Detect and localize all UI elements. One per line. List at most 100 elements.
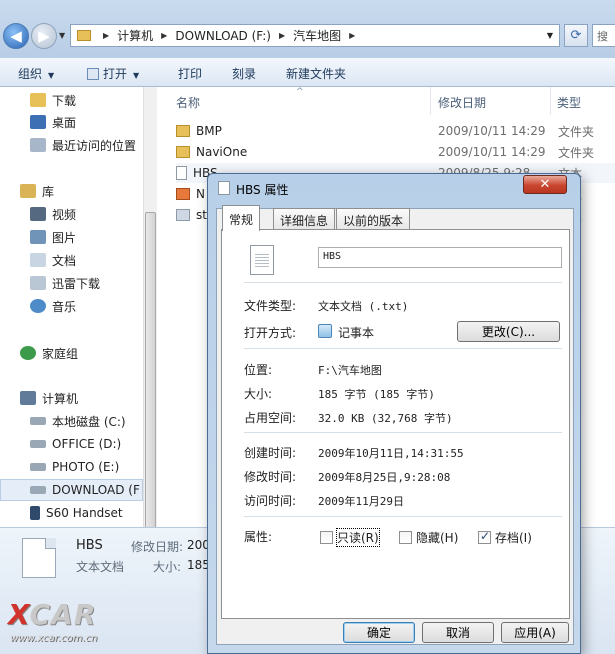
- open-button[interactable]: 打开 ▼: [87, 65, 139, 82]
- nav-item-label: 图片: [52, 230, 77, 245]
- nav-item-drive-d[interactable]: OFFICE (D:): [30, 433, 121, 455]
- archive-checkbox-label[interactable]: 存档(I): [495, 529, 532, 546]
- close-button[interactable]: ✕: [523, 175, 567, 194]
- chevron-right-icon[interactable]: ▶: [161, 31, 167, 40]
- open-label: 打开: [103, 67, 128, 81]
- tab-general[interactable]: 常规: [222, 205, 261, 231]
- breadcrumb-item-folder[interactable]: 汽车地图: [293, 27, 341, 44]
- cancel-button[interactable]: 取消: [422, 622, 494, 643]
- tab-details[interactable]: 详细信息: [273, 208, 336, 230]
- hidden-checkbox[interactable]: [399, 531, 412, 544]
- nav-item-label: 迅雷下载: [52, 276, 101, 291]
- organize-button[interactable]: 组织 ▼: [18, 65, 54, 82]
- phone-icon: [30, 506, 40, 520]
- dialog-title: HBS 属性: [236, 183, 289, 197]
- file-type-label: 文件类型:: [244, 299, 297, 313]
- nav-item-label: OFFICE (D:): [52, 437, 122, 451]
- download-library-icon: [30, 276, 46, 290]
- nav-item-label: DOWNLOAD (F: [52, 483, 140, 497]
- created-label: 创建时间:: [244, 446, 297, 460]
- location-label: 位置:: [244, 363, 273, 377]
- burn-button[interactable]: 刻录: [232, 65, 256, 82]
- details-file-type: 文本文档: [76, 560, 125, 574]
- text-file-icon: [176, 166, 187, 180]
- location-value: F:\汽车地图: [318, 364, 382, 377]
- nav-item-drive-e[interactable]: PHOTO (E:): [30, 456, 119, 478]
- divider: [244, 348, 562, 349]
- nav-item-music[interactable]: 音乐: [30, 295, 76, 317]
- accessed-value: 2009年11月29日: [318, 495, 404, 508]
- breadcrumb[interactable]: ▶ 计算机 ▶ DOWNLOAD (F:) ▶ 汽车地图 ▶ ▼: [70, 24, 560, 47]
- nav-item-label: 计算机: [42, 391, 79, 406]
- size-value: 185 字节 (185 字节): [318, 388, 435, 401]
- nav-item-pictures[interactable]: 图片: [30, 226, 76, 248]
- column-header-type[interactable]: 类型: [557, 94, 581, 111]
- file-date: 2009/10/11 14:29: [438, 124, 546, 138]
- nav-item-downloads[interactable]: 下载: [30, 89, 76, 111]
- chevron-right-icon[interactable]: ▶: [103, 31, 109, 40]
- forward-button[interactable]: ▶: [31, 23, 57, 49]
- chevron-down-icon: ▼: [48, 71, 55, 80]
- readonly-checkbox-label[interactable]: 只读(R): [336, 528, 380, 547]
- nav-item-desktop[interactable]: 桌面: [30, 111, 76, 133]
- modified-label: 修改时间:: [244, 470, 297, 484]
- apply-button[interactable]: 应用(A): [501, 622, 569, 643]
- print-button[interactable]: 打印: [178, 65, 202, 82]
- ok-button[interactable]: 确定: [343, 622, 415, 643]
- column-divider[interactable]: [430, 87, 431, 115]
- file-name: st: [196, 208, 207, 222]
- file-name-field[interactable]: HBS: [318, 247, 562, 268]
- nav-item-recent-places[interactable]: 最近访问的位置: [30, 134, 136, 156]
- scrollbar-thumb[interactable]: [145, 212, 156, 542]
- nav-scrollbar[interactable]: [143, 87, 157, 542]
- organize-label: 组织: [18, 67, 43, 81]
- back-button[interactable]: ◀: [3, 23, 29, 49]
- nav-item-drive-f[interactable]: DOWNLOAD (F: [0, 479, 143, 501]
- readonly-checkbox[interactable]: [320, 531, 333, 544]
- file-row[interactable]: NaviOne 2009/10/11 14:29 文件夹: [176, 142, 615, 162]
- breadcrumb-item-drive[interactable]: DOWNLOAD (F:): [175, 29, 271, 43]
- nav-item-thunder-downloads[interactable]: 迅雷下载: [30, 272, 100, 294]
- image-file-icon: [176, 188, 190, 200]
- file-date: 2009/10/11 14:29: [438, 145, 546, 159]
- change-button[interactable]: 更改(C)...: [457, 321, 560, 342]
- size-label: 大小:: [244, 387, 273, 401]
- size-on-disk-label: 占用空间:: [244, 411, 297, 425]
- tab-label: 详细信息: [280, 214, 329, 228]
- text-file-icon: [218, 181, 230, 195]
- nav-item-computer[interactable]: 计算机: [20, 387, 78, 409]
- column-header-date[interactable]: 修改日期: [438, 94, 486, 111]
- settings-file-icon: [176, 209, 190, 221]
- file-row[interactable]: BMP 2009/10/11 14:29 文件夹: [176, 121, 615, 141]
- search-input[interactable]: 搜: [592, 24, 615, 47]
- drive-icon: [30, 486, 46, 494]
- properties-dialog: HBS 属性 ✕ 常规 详细信息 以前的版本 HBS 文件类型: 文本文档 (.…: [207, 173, 581, 654]
- nav-item-homegroup[interactable]: 家庭组: [20, 342, 78, 364]
- file-type: 文件夹: [558, 124, 595, 139]
- folder-icon: [176, 125, 190, 137]
- xcar-watermark-url: www.xcar.com.cn: [10, 633, 98, 644]
- new-folder-button[interactable]: 新建文件夹: [286, 65, 346, 82]
- divider: [244, 432, 562, 433]
- column-divider[interactable]: [550, 87, 551, 115]
- chevron-right-icon[interactable]: ▶: [349, 31, 355, 40]
- chevron-right-icon[interactable]: ▶: [279, 31, 285, 40]
- drive-icon: [30, 417, 46, 425]
- xcar-watermark-logo: XCAR: [8, 598, 97, 631]
- nav-item-documents[interactable]: 文档: [30, 249, 76, 271]
- file-name: NaviOne: [196, 145, 248, 159]
- hidden-checkbox-label[interactable]: 隐藏(H): [416, 529, 458, 546]
- recent-pages-dropdown[interactable]: ▼: [59, 31, 65, 40]
- nav-item-libraries[interactable]: 库: [20, 180, 54, 202]
- archive-checkbox[interactable]: [478, 529, 491, 544]
- refresh-button[interactable]: ⟳: [564, 24, 588, 47]
- breadcrumb-item-computer[interactable]: 计算机: [117, 27, 153, 44]
- tab-previous-versions[interactable]: 以前的版本: [336, 208, 411, 230]
- nav-item-drive-c[interactable]: 本地磁盘 (C:): [30, 410, 126, 432]
- column-header-name[interactable]: 名称: [176, 94, 200, 111]
- nav-item-s60-handset[interactable]: S60 Handset: [30, 502, 123, 524]
- file-type-value: 文本文档 (.txt): [318, 300, 409, 313]
- chevron-down-icon[interactable]: ▼: [547, 31, 553, 40]
- nav-item-videos[interactable]: 视频: [30, 203, 76, 225]
- divider: [244, 282, 562, 283]
